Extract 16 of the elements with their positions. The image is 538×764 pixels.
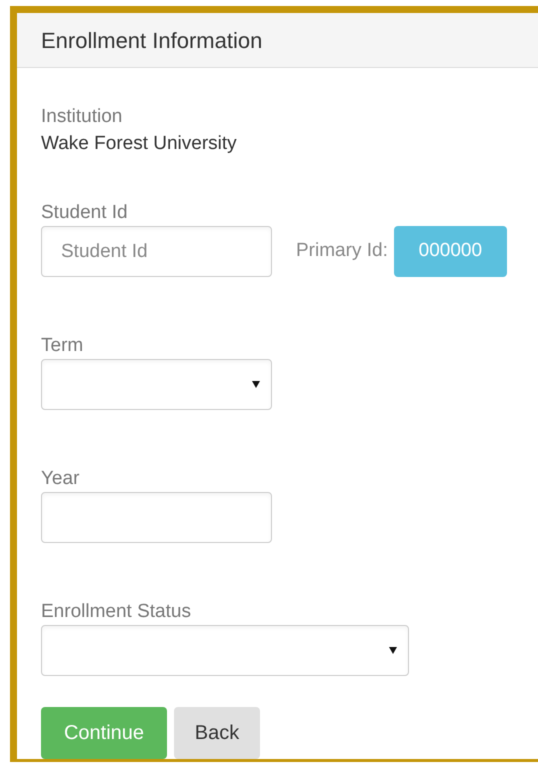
field-label: Year xyxy=(41,467,80,491)
dropdown-caret-icon xyxy=(252,380,260,388)
institution-label: Institution xyxy=(41,105,124,129)
student-id-field[interactable]: Student Id xyxy=(41,226,272,277)
dropdown-field[interactable] xyxy=(41,359,272,410)
field-label: Term xyxy=(41,334,84,358)
field-label: Student Id xyxy=(41,201,129,225)
institution-name: Wake Forest University xyxy=(41,132,238,156)
dropdown-caret-icon xyxy=(389,646,397,654)
field-label: Enrollment Status xyxy=(41,600,192,624)
panel-title: Enrollment Information xyxy=(41,26,262,54)
primary-id-badge: 000000 xyxy=(394,226,507,277)
primary-id-label: Primary Id: xyxy=(296,239,388,264)
dropdown-field[interactable] xyxy=(41,625,409,676)
input-field[interactable] xyxy=(41,492,272,543)
back-button[interactable]: Back xyxy=(174,707,260,759)
